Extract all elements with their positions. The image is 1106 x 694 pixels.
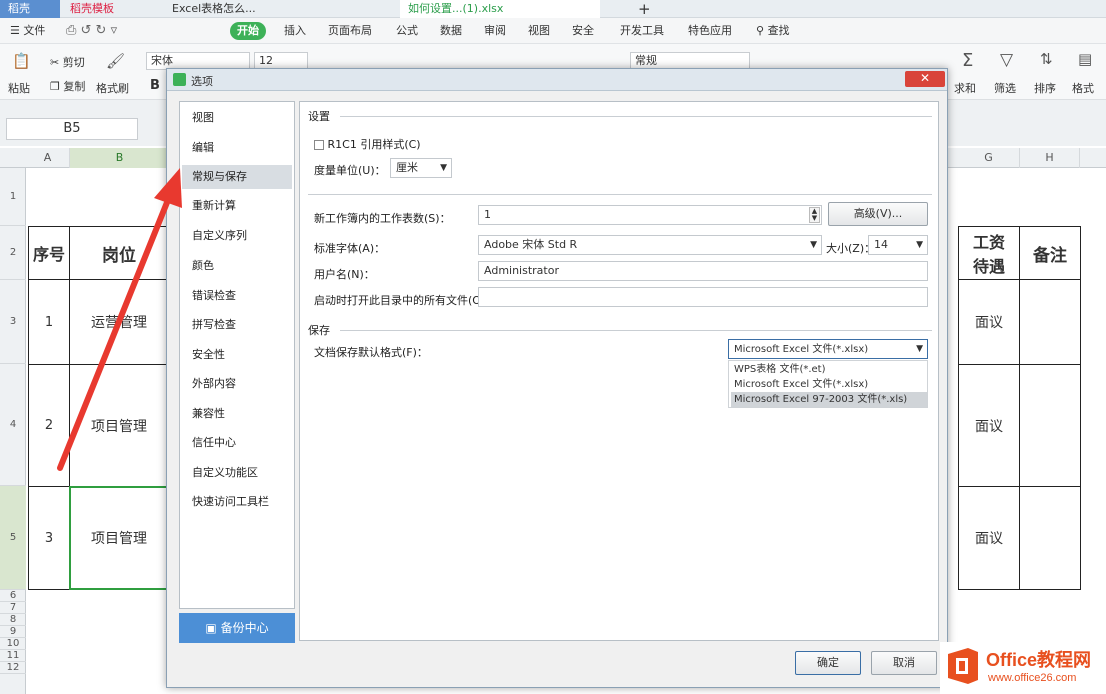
watermark-url: www.office26.com: [988, 672, 1077, 684]
annotation-arrow: [57, 168, 182, 471]
arrow-head: [154, 168, 182, 208]
watermark-logo: Office教程网 www.office26.com: [940, 642, 1106, 694]
watermark-brand: Office教程网: [986, 650, 1092, 670]
arrow-shaft: [57, 197, 171, 471]
office-logo-icon: [948, 648, 978, 684]
